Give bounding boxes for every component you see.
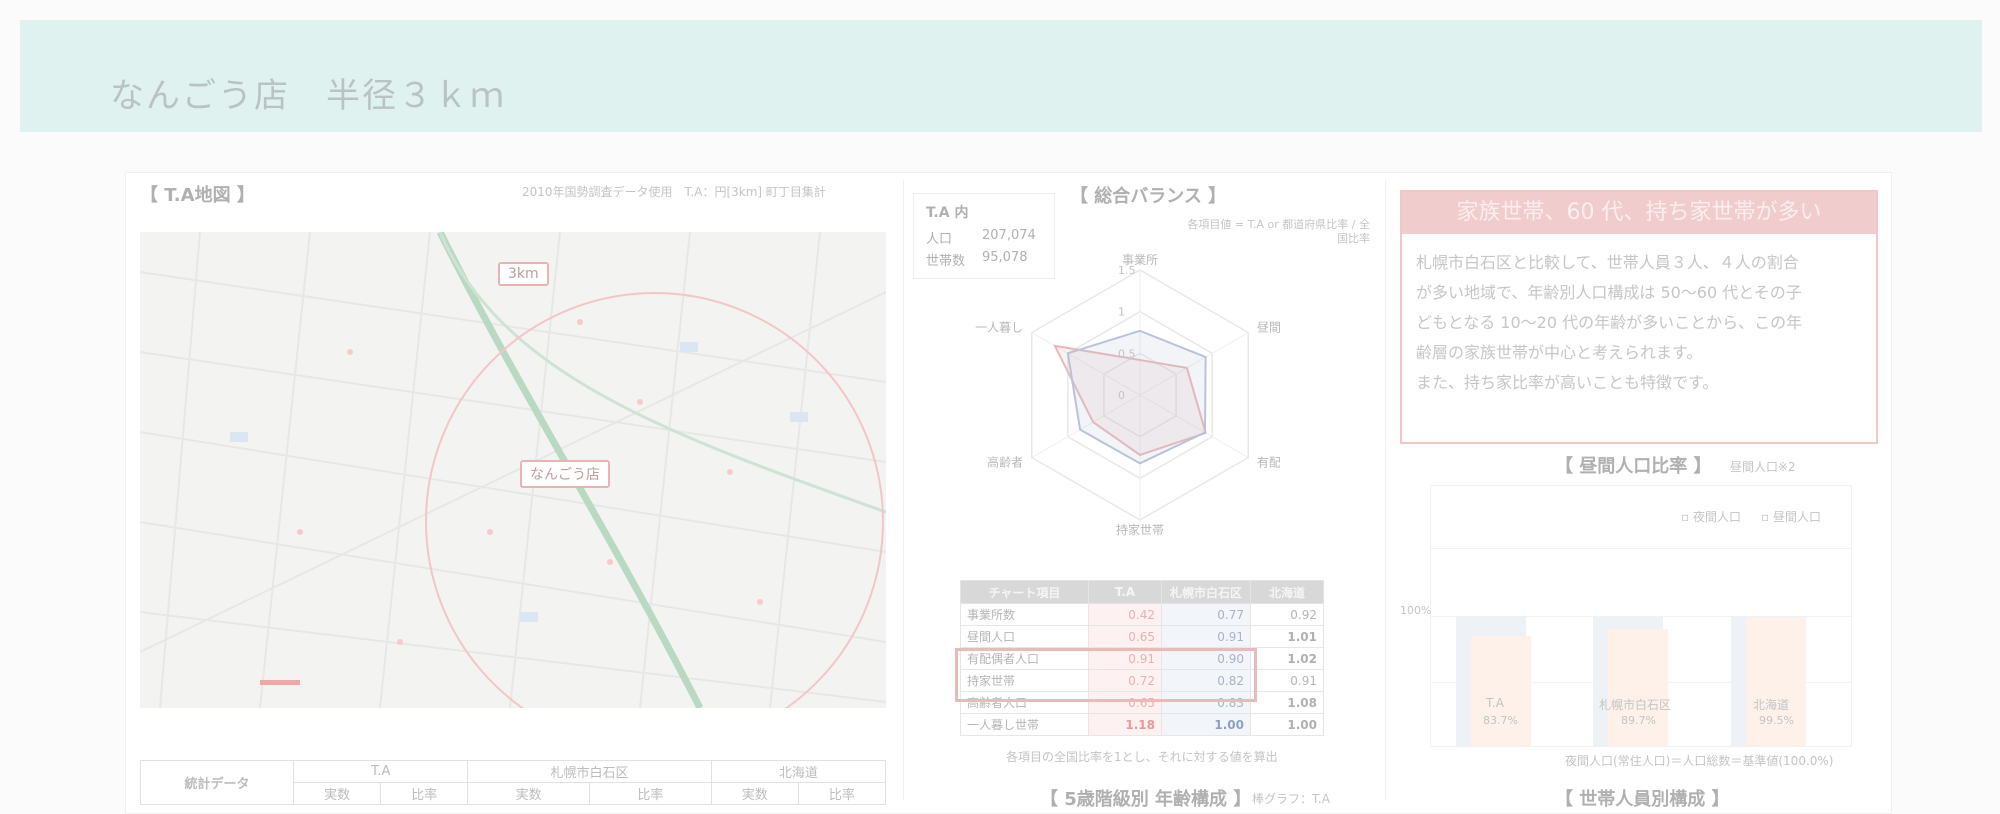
legend-day: ▫ 昼間人口: [1761, 510, 1821, 524]
legend-day-label: 昼間人口: [1772, 510, 1821, 524]
value-label: 83.7%: [1483, 714, 1518, 727]
column-divider: [903, 180, 904, 800]
sub-header: 実数: [467, 782, 590, 805]
ta-stats-title: T.A 内: [926, 205, 969, 221]
table-row: 一人暮し世帯 1.18 1.00 1.00: [960, 713, 1324, 736]
page-title: なんごう店 半径３ｋｍ: [110, 76, 506, 116]
map-note: 2010年国勢調査データ使用 T.A：円[3km] 町丁目集計: [522, 185, 826, 199]
table-row: 事業所数 0.42 0.77 0.92: [960, 603, 1324, 626]
daytime-title: 【 昼間人口比率 】: [1555, 456, 1712, 477]
insight-body: 札幌市白石区と比較して、世帯人員３人、４人の割合 が多い地域で、年齢別人口構成は…: [1402, 234, 1876, 412]
statistics-table: 統計データ T.A 札幌市白石区 北海道 実数 比率 実数 比率 実数 比率: [140, 760, 887, 805]
category-label: T.A: [1486, 696, 1504, 710]
radar-axis-label: 事業所: [1122, 253, 1158, 267]
sub-header: 比率: [588, 782, 712, 805]
radar-ring-label: 0: [1118, 389, 1125, 402]
hokkaido-value: 1.02: [1250, 647, 1324, 670]
radar-axis-label: 持家世帯: [1116, 522, 1164, 537]
group-header: 札幌市白石区: [467, 760, 712, 783]
radar-series: [1066, 329, 1207, 465]
bar-day-shiroishi: [1608, 629, 1668, 746]
statistics-table-title: 統計データ: [140, 760, 294, 805]
radar-ring-label: 1: [1118, 306, 1125, 319]
map-section-title: 【 T.A地図 】: [140, 185, 255, 206]
chart-table-header: T.A: [1088, 580, 1162, 604]
radar-axis-label: 一人暮し: [975, 321, 1023, 335]
radar-chart: 1.510.50事業所昼間人口有配偶者持家世帯高齢者一人暮し: [975, 253, 1280, 537]
balance-title: 【 総合バランス 】: [1070, 186, 1227, 207]
ta-value: 0.42: [1088, 603, 1162, 626]
radius-label: 3km: [498, 262, 549, 286]
value-label: 89.7%: [1621, 714, 1656, 727]
sub-header: 実数: [710, 782, 799, 805]
row-label: 事業所数: [960, 603, 1089, 626]
hokkaido-value: 1.08: [1250, 691, 1324, 714]
daytime-footnote: 夜間人口(常住人口)＝人口総数＝基準値(100.0%): [1565, 754, 1834, 768]
ta-value: 0.65: [1088, 625, 1162, 648]
ta-value: 1.18: [1088, 713, 1162, 736]
radar-ring-label: 0.5: [1118, 347, 1136, 360]
bar-day-ta: [1471, 636, 1531, 746]
table-row: 昼間人口 0.65 0.91 1.01: [960, 625, 1324, 648]
insight-line: が多い地域で、年齢別人口構成は 50〜60 代とその子: [1416, 283, 1802, 302]
radar-axis-label: 高齢者: [987, 455, 1023, 470]
radar-axis-label: 昼間人口: [1257, 321, 1280, 335]
legend-night: ▫ 夜間人口: [1681, 510, 1741, 524]
row-label: 昼間人口: [960, 625, 1089, 648]
insight-line: どもとなる 10〜20 代の年齢が多いことから、この年: [1416, 313, 1803, 332]
shiroishi-value: 0.91: [1161, 625, 1251, 648]
chart-table-header: 札幌市白石区: [1161, 580, 1251, 604]
insight-line: 札幌市白石区と比較して、世帯人員３人、４人の割合: [1416, 253, 1799, 272]
hokkaido-value: 0.91: [1250, 669, 1324, 692]
sub-header: 実数: [292, 782, 382, 805]
column-divider: [1385, 180, 1386, 800]
header-bar: なんごう店 半径３ｋｍ: [20, 20, 1982, 132]
daytime-bar-chart: ▫ 夜間人口 ▫ 昼間人口 T.A 83.7% 札幌市白石区 89.7% 北海道…: [1430, 485, 1852, 747]
y-tick-label: 100%: [1400, 604, 1432, 617]
balance-footnote: 各項目の全国比率を1とし、それに対する値を算出: [1006, 750, 1278, 764]
category-label: 北海道: [1753, 698, 1790, 712]
shiroishi-value: 0.77: [1161, 603, 1251, 626]
highlight-box: [955, 648, 1257, 702]
sub-header: 比率: [797, 782, 887, 805]
group-header: 北海道: [710, 760, 887, 783]
insight-card: 家族世帯、60 代、持ち家世帯が多い 札幌市白石区と比較して、世帯人員３人、４人…: [1400, 190, 1878, 444]
store-label: なんごう店: [520, 460, 610, 488]
household-section-title: 【 世帯人員別構成 】: [1555, 789, 1730, 810]
hokkaido-value: 1.01: [1250, 625, 1324, 648]
insight-line: また、持ち家比率が高いことも特徴です。: [1416, 373, 1719, 392]
legend-night-label: 夜間人口: [1692, 510, 1741, 524]
chart-table-header: チャート項目: [960, 580, 1089, 604]
insight-headline: 家族世帯、60 代、持ち家世帯が多い: [1402, 192, 1876, 234]
category-label: 札幌市白石区: [1599, 698, 1672, 712]
radar-axis-label: 有配偶者: [1257, 456, 1280, 470]
daytime-note: 昼間人口※2: [1730, 460, 1796, 474]
group-header: T.A: [292, 760, 469, 783]
age-section-note: 棒グラフ：T.A: [1252, 792, 1330, 806]
age-section-title: 【 5歳階級別 年齢構成 】: [1040, 789, 1252, 810]
trade-area-map[interactable]: 3km なんごう店: [140, 232, 886, 708]
insight-line: 齢層の家族世帯が中心と考えられます。: [1416, 343, 1703, 362]
hokkaido-value: 0.92: [1250, 603, 1324, 626]
row-label: 一人暮し世帯: [960, 713, 1089, 736]
value-label: 99.5%: [1759, 714, 1794, 727]
chart-table-header: 北海道: [1250, 580, 1324, 604]
shiroishi-value: 1.00: [1161, 713, 1251, 736]
hokkaido-value: 1.00: [1250, 713, 1324, 736]
gridline: [1431, 548, 1851, 549]
sub-header: 比率: [380, 782, 469, 805]
